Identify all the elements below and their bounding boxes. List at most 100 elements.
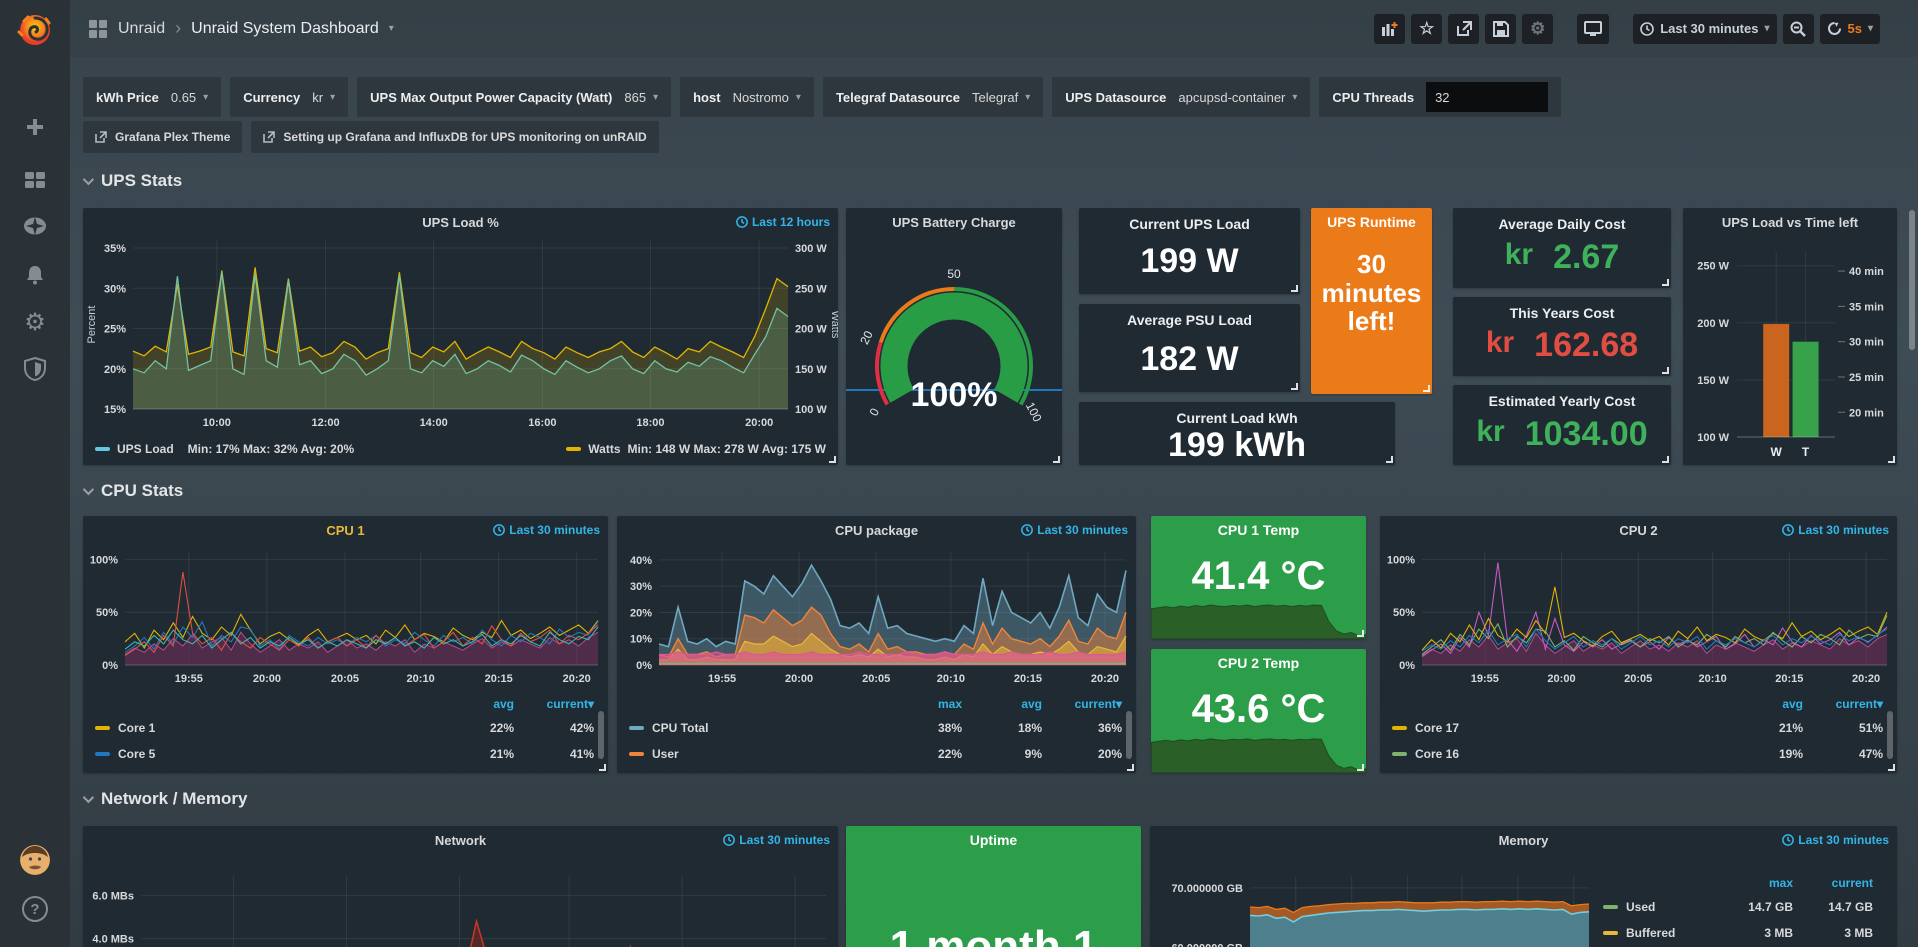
legend-col-avg[interactable]: avg [434, 697, 514, 711]
breadcrumb-app[interactable]: Unraid [118, 20, 165, 38]
resize-handle[interactable] [1386, 456, 1393, 463]
chevron-down-icon[interactable]: ▾ [389, 23, 394, 34]
resize-handle[interactable] [1888, 764, 1895, 771]
panel-title[interactable]: Memory [1499, 833, 1549, 848]
variable-ups-max-output[interactable]: UPS Max Output Power Capacity (Watt) 865… [357, 77, 671, 117]
section-ups-stats[interactable]: UPS Stats [83, 171, 182, 191]
resize-handle[interactable] [1888, 456, 1895, 463]
panel-title[interactable]: CPU 2 Temp [1218, 655, 1299, 671]
resize-handle[interactable] [1053, 456, 1060, 463]
cpu-threads-input[interactable] [1426, 82, 1548, 112]
svg-text:300 W: 300 W [795, 243, 827, 255]
resize-handle[interactable] [1357, 630, 1364, 637]
refresh-button[interactable]: 5s ▾ [1820, 14, 1881, 44]
add-panel-button[interactable] [1374, 14, 1405, 44]
panel-title[interactable]: Uptime [970, 832, 1017, 848]
legend-col-current[interactable]: current▾ [1803, 697, 1883, 711]
legend-col-max[interactable]: max [1713, 876, 1793, 890]
panel-title[interactable]: UPS Battery Charge [892, 215, 1016, 230]
cpu-row: CPU 1 Last 30 minutes 19:5520:0020:0520:… [70, 516, 1918, 773]
cpu-package-chart[interactable]: 19:5520:0020:0520:1020:1520:200%10%20%30… [617, 544, 1136, 689]
cpu1-chart[interactable]: 19:5520:0020:0520:1020:1520:200%50%100% [83, 544, 608, 689]
alerting-bell-icon[interactable] [0, 257, 70, 293]
star-button[interactable]: ☆ [1411, 14, 1442, 44]
grafana-logo-icon[interactable] [14, 8, 56, 50]
page-scrollbar[interactable] [1909, 210, 1915, 350]
resize-handle[interactable] [1423, 385, 1430, 392]
variable-currency[interactable]: Currency kr▾ [230, 77, 348, 117]
save-button[interactable] [1485, 14, 1516, 44]
resize-handle[interactable] [1662, 456, 1669, 463]
link-ups-monitoring-guide[interactable]: Setting up Grafana and InfluxDB for UPS … [251, 121, 658, 153]
legend-col-current[interactable]: current [1793, 876, 1873, 890]
variable-host[interactable]: host Nostromo▾ [680, 77, 814, 117]
stat-title[interactable]: Current Load kWh [1079, 402, 1395, 426]
legend-col-max[interactable]: max [882, 697, 962, 711]
cycle-view-button[interactable] [1577, 14, 1609, 44]
cpu2-chart[interactable]: 19:5520:0020:0520:1020:1520:200%50%100% [1380, 544, 1897, 689]
legend-swatch [1603, 905, 1618, 909]
legend-swatch [95, 752, 110, 756]
battery-gauge[interactable]: 02050100100% [846, 236, 1062, 465]
zoom-out-button[interactable] [1783, 14, 1814, 44]
stat-title[interactable]: Current UPS Load [1079, 208, 1300, 232]
legend-col-avg[interactable]: avg [962, 697, 1042, 711]
section-cpu-stats[interactable]: CPU Stats [83, 481, 183, 501]
panel-title[interactable]: UPS Runtime [1327, 214, 1416, 230]
dashboard-settings-button[interactable]: ⚙ [1522, 14, 1553, 44]
link-grafana-plex-theme[interactable]: Grafana Plex Theme [83, 121, 242, 153]
panel-ups-runtime: UPS Runtime 30 minutes left! [1311, 208, 1432, 394]
variable-kwh-price[interactable]: kWh Price 0.65▾ [83, 77, 221, 117]
panel-title[interactable]: CPU 1 [326, 523, 364, 538]
variable-telegraf-datasource[interactable]: Telegraf Datasource Telegraf▾ [823, 77, 1043, 117]
time-range-picker[interactable]: Last 30 minutes ▾ [1633, 14, 1776, 44]
panel-time-range[interactable]: Last 30 minutes [723, 833, 830, 847]
legend-scrollbar[interactable] [1126, 711, 1132, 759]
resize-handle[interactable] [1291, 383, 1298, 390]
legend-scrollbar[interactable] [1887, 711, 1893, 759]
network-chart[interactable]: 2.0 MBs4.0 MBs6.0 MBs [83, 854, 838, 947]
breadcrumb-dashboard-title[interactable]: Unraid System Dashboard [191, 20, 379, 38]
explore-compass-icon[interactable] [0, 208, 70, 244]
ups-bars-chart[interactable]: 100 W150 W200 W250 W20 min25 min30 min35… [1683, 236, 1897, 465]
stat-title[interactable]: This Years Cost [1453, 297, 1671, 321]
stat-title[interactable]: Estimated Yearly Cost [1453, 385, 1671, 409]
panel-title[interactable]: CPU package [835, 523, 918, 538]
legend-scrollbar[interactable] [598, 711, 604, 759]
panel-time-range[interactable]: Last 30 minutes [1021, 523, 1128, 537]
help-icon[interactable]: ? [22, 896, 48, 922]
legend-col-current[interactable]: current▾ [1042, 697, 1122, 711]
panel-time-range[interactable]: Last 30 minutes [1782, 833, 1889, 847]
server-admin-shield-icon[interactable] [0, 351, 70, 387]
panel-time-range[interactable]: Last 12 hours [736, 215, 830, 229]
svg-text:20:05: 20:05 [862, 673, 890, 685]
create-plus-icon[interactable] [0, 109, 70, 145]
resize-handle[interactable] [1127, 764, 1134, 771]
legend-col-current[interactable]: current▾ [514, 697, 594, 711]
panel-title[interactable]: UPS Load % [422, 215, 499, 230]
user-avatar[interactable] [20, 845, 50, 875]
resize-handle[interactable] [829, 456, 836, 463]
resize-handle[interactable] [1662, 279, 1669, 286]
resize-handle[interactable] [1662, 367, 1669, 374]
share-button[interactable] [1448, 14, 1479, 44]
section-network-memory[interactable]: Network / Memory [83, 789, 247, 809]
resize-handle[interactable] [599, 764, 606, 771]
panel-title[interactable]: CPU 2 [1619, 523, 1657, 538]
panel-title[interactable]: CPU 1 Temp [1218, 522, 1299, 538]
panel-time-range[interactable]: Last 30 minutes [1782, 523, 1889, 537]
stat-title[interactable]: Average Daily Cost [1453, 208, 1671, 232]
resize-handle[interactable] [1291, 285, 1298, 292]
resize-handle[interactable] [1357, 764, 1364, 771]
memory-chart[interactable]: 50.000000 GB60.000000 GB70.000000 GB [1150, 854, 1597, 947]
ups-load-chart[interactable]: 10:0012:0014:0016:0018:0020:0015%20%25%3… [83, 236, 838, 433]
panel-title[interactable]: UPS Load vs Time left [1722, 215, 1858, 230]
stat-title[interactable]: Average PSU Load [1079, 304, 1300, 328]
legend-col-avg[interactable]: avg [1723, 697, 1803, 711]
configuration-gear-icon[interactable]: ⚙ [0, 305, 70, 341]
panel-title[interactable]: Network [435, 833, 486, 848]
panel-time-range[interactable]: Last 30 minutes [493, 523, 600, 537]
dashboards-icon[interactable] [0, 162, 70, 198]
ups-row: UPS Load % Last 12 hours 10:0012:0014:00… [70, 208, 1918, 465]
variable-ups-datasource[interactable]: UPS Datasource apcupsd-container▾ [1052, 77, 1310, 117]
